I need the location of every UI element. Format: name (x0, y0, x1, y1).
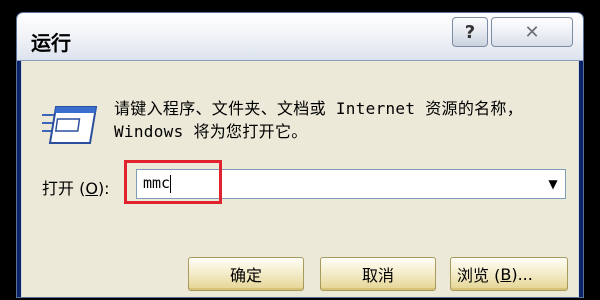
open-label: 打开 (O): (42, 175, 110, 199)
ok-button[interactable]: 确定 (188, 257, 304, 291)
cancel-button-label: 取消 (361, 266, 394, 285)
chevron-down-icon[interactable]: ▼ (541, 170, 565, 198)
close-button[interactable]: ✕ (491, 17, 573, 47)
command-combobox[interactable]: mmc ▼ (136, 169, 566, 199)
help-icon: ? (464, 21, 476, 43)
dialog-body: 请键入程序、文件夹、文档或 Internet 资源的名称，Windows 将为您… (21, 61, 579, 297)
browse-label-prefix: 浏览 ( (457, 266, 501, 285)
run-program-icon (42, 106, 98, 144)
open-label-suffix: ): (97, 179, 110, 198)
help-button[interactable]: ? (452, 17, 488, 47)
window-title: 运行 (31, 31, 71, 55)
open-label-prefix: 打开 ( (42, 179, 86, 198)
browse-button[interactable]: 浏览 (B)... (450, 257, 568, 291)
close-icon: ✕ (524, 21, 540, 43)
command-input[interactable]: mmc (143, 174, 170, 192)
browse-label-suffix: )... (511, 264, 533, 284)
title-buttons: ? ✕ (452, 17, 573, 47)
ok-button-label: 确定 (229, 266, 262, 285)
run-dialog: 运行 ? ✕ 请键入程序、文件夹、文档或 Internet 资源的名称，Wind… (16, 12, 584, 298)
open-label-accel: O (85, 179, 98, 198)
text-caret (170, 175, 171, 193)
browse-label-accel: B (500, 264, 512, 284)
cancel-button[interactable]: 取消 (320, 257, 436, 291)
title-bar[interactable]: 运行 ? ✕ (17, 13, 583, 61)
instruction-text: 请键入程序、文件夹、文档或 Internet 资源的名称，Windows 将为您… (114, 99, 524, 141)
